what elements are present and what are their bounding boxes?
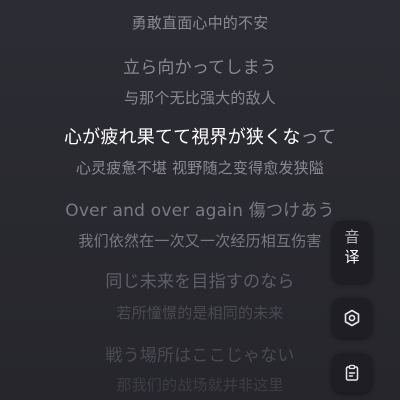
lyric-line[interactable]: Over and over again 傷つけあう <box>0 196 400 221</box>
lyric-line[interactable]: 勇敢直面心中的不安 <box>0 12 400 33</box>
translate-glyph-bottom: 译 <box>344 248 360 266</box>
hexagon-settings-icon <box>344 309 360 327</box>
lyric-line[interactable]: 心灵疲惫不堪 视野随之变得愈发狭隘 <box>0 157 400 178</box>
lyric-sung-part: 心が疲れ果てて視界が狭くな <box>63 127 301 148</box>
lyric-line-current[interactable]: 心が疲れ果てて視界が狭くなって <box>0 123 400 149</box>
lyrics-panel[interactable]: 勇敢直面心中的不安 立ら向かってしまう 与那个无比强大的敌人 心が疲れ果てて視界… <box>0 0 400 400</box>
translate-toggle-button[interactable]: 音 译 <box>332 221 372 283</box>
lyric-unsung-part: って <box>300 127 337 148</box>
lyric-line[interactable]: 与那个无比强大的敌人 <box>0 87 400 108</box>
settings-button[interactable] <box>332 298 372 338</box>
clipboard-icon <box>345 364 359 381</box>
translate-glyph-top: 音 <box>344 228 360 246</box>
lyric-line[interactable]: 立ら向かってしまう <box>0 53 400 78</box>
lyrics-notes-button[interactable] <box>332 353 372 393</box>
